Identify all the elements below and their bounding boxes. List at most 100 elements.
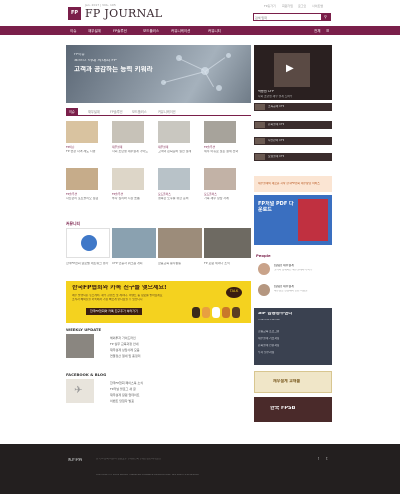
- playlist-item[interactable]: 소득공제 CFP: [254, 103, 332, 111]
- article-caption[interactable]: 사회 초년생 재무설계 가이드: [112, 150, 148, 154]
- play-icon[interactable]: ▶: [286, 63, 294, 74]
- nav-item-solution[interactable]: FP솔루션: [113, 29, 127, 34]
- article-thumb[interactable]: [204, 121, 236, 143]
- banner-title: 한국FP협회와 카톡 친구를 맺으세요!: [72, 285, 167, 291]
- footer-copyright: COPYRIGHT© 2016 KOREA FINANCIAL PLANNER …: [96, 474, 200, 476]
- article-caption[interactable]: 투자 심리와 시장 흐름: [112, 197, 148, 201]
- community-caption[interactable]: 금융교육 봉사활동: [158, 262, 202, 266]
- facebook-row[interactable]: 한국FP협회 페이스북 소식: [110, 381, 143, 385]
- nav-item-community[interactable]: 커뮤니티: [208, 29, 221, 34]
- network-line: [178, 58, 205, 71]
- facebook-icon[interactable]: f: [318, 457, 319, 461]
- article-caption[interactable]: 세무 이슈로 보는 절세 전략: [204, 150, 240, 154]
- community-caption[interactable]: 한국FP협회 글로벌 네트워크 행사: [66, 262, 110, 266]
- article-thumb[interactable]: [204, 168, 236, 190]
- article-category: 재무설계: [158, 145, 169, 149]
- util-link-join[interactable]: 회원가입: [282, 4, 293, 8]
- people-name[interactable]: [칼럼] 재무설계: [274, 264, 294, 267]
- textbook-ad-text: 재무설계 교재몰: [273, 379, 301, 383]
- article-caption[interactable]: 행복한 노후를 위한 준비: [158, 197, 194, 201]
- article-thumb[interactable]: [112, 121, 144, 143]
- nav-item-modeplus[interactable]: 모드플러스: [143, 29, 159, 34]
- nav-item-communication[interactable]: 커뮤니케이션: [171, 29, 190, 34]
- main-nav: 이슈 재무설계 FP솔루션 모드플러스 커뮤니케이션 커뮤니티 전체 ☰: [0, 26, 400, 35]
- community-thumb[interactable]: [158, 228, 202, 258]
- talk-badge: TALK: [226, 287, 242, 298]
- article-category: FP솔루션: [66, 192, 78, 196]
- people-name[interactable]: [칼럼] 재무설계: [274, 285, 294, 288]
- logo-mark[interactable]: FP: [68, 7, 81, 20]
- footer-info: 한국FP협회 서울시 영등포구 | 대표전화 | 개인정보처리방침: [96, 458, 161, 460]
- avatar[interactable]: [258, 263, 270, 275]
- sif-title[interactable]: SIF 금융공부센터: [258, 312, 292, 317]
- avatar[interactable]: [258, 284, 270, 296]
- magazine-cover-icon: [298, 199, 328, 241]
- util-link-login[interactable]: 로그인: [298, 4, 306, 8]
- sidebar-video[interactable]: ▶ 박종원 CFP 사회 초년생 재무 설계 노하우: [254, 45, 332, 100]
- video-title: 박종원 CFP: [258, 90, 274, 93]
- all-menu-button[interactable]: 전체: [314, 29, 320, 34]
- article-thumb[interactable]: [112, 168, 144, 190]
- fpsb-ad[interactable]: 한국 FPSB: [254, 397, 332, 422]
- article-caption[interactable]: FP 현장 자격 제도 시행: [66, 150, 102, 154]
- article-category: FP솔루션: [112, 192, 124, 196]
- video-caption: 사회 초년생 재무 설계 노하우: [258, 95, 293, 98]
- weekly-row[interactable]: 해외투자 가이드라인: [110, 336, 136, 340]
- community-caption[interactable]: FP 포럼 세미나 소식: [204, 262, 251, 266]
- article-thumb[interactable]: [158, 121, 190, 143]
- sif-row[interactable]: 투자 실무과정: [258, 351, 274, 354]
- pdf-download-ad[interactable]: FP저널 PDF 다운로드: [254, 195, 332, 245]
- community-thumb[interactable]: [112, 228, 156, 258]
- weekly-row[interactable]: FP 실무 교육과정 안내: [110, 342, 138, 346]
- community-thumb[interactable]: [204, 228, 251, 258]
- search-input[interactable]: [255, 15, 315, 20]
- consulting-banner[interactable]: 재무설계의 새로운 시작 한국FP협회 재무상담 서비스: [254, 176, 332, 192]
- weekly-row[interactable]: 재무설계 상담사례 모음: [110, 348, 140, 352]
- search-box: ⚲: [253, 13, 331, 21]
- playlist-item[interactable]: 자산관리 CFP: [254, 137, 332, 145]
- community-caption[interactable]: CFP 인증자 워크숍 개최: [112, 262, 156, 266]
- brand-title[interactable]: FP JOURNAL: [85, 7, 162, 20]
- search-icon[interactable]: ⚲: [321, 14, 330, 20]
- community-title: 커뮤니티: [66, 221, 80, 226]
- playlist-item[interactable]: 은퇴설계 CFP: [254, 121, 332, 129]
- banner-cta-button[interactable]: 한국FP협회와 카톡 친구추가 하러가기: [86, 308, 142, 315]
- facebook-thumb[interactable]: ✈: [66, 379, 94, 403]
- util-link-sitemap[interactable]: 사이트맵: [312, 4, 323, 8]
- kakao-banner[interactable]: 한국FP협회와 카톡 친구를 맺으세요! 매주 발행되는 뉴스레터, 재무 콘텐…: [66, 281, 251, 323]
- weekly-thumb[interactable]: [66, 334, 94, 358]
- article-thumb[interactable]: [158, 168, 190, 190]
- facebook-row[interactable]: 이벤트 당첨자 발표: [110, 399, 134, 403]
- nav-item-planning[interactable]: 재무설계: [88, 29, 101, 34]
- playlist-item[interactable]: 보험설계 CFP: [254, 153, 332, 161]
- hero-banner[interactable]: FP이슈 포브스 미래 시대의 FP 고객과 공감하는 능력 키워라: [66, 45, 251, 103]
- util-link-home[interactable]: FP홈가기: [264, 4, 276, 8]
- article-caption[interactable]: 가족 재무 상담 사례: [204, 197, 240, 201]
- sif-row[interactable]: 은퇴설계 전문과정: [258, 344, 279, 347]
- tab-modeplus[interactable]: 모드플러스: [132, 109, 147, 114]
- hero-title: 고객과 공감하는 능력 키워라: [74, 66, 153, 73]
- tab-issue[interactable]: 이슈: [66, 108, 78, 115]
- article-thumb[interactable]: [66, 168, 98, 190]
- menu-icon[interactable]: ☰: [326, 29, 329, 33]
- sif-row[interactable]: 금융교육 프로그램: [258, 330, 279, 333]
- facebook-row[interactable]: 재무설계 칼럼 업데이트: [110, 393, 140, 397]
- twitter-icon[interactable]: t: [326, 457, 328, 461]
- textbook-ad[interactable]: 재무설계 교재몰: [254, 371, 332, 393]
- nav-item-issue[interactable]: 이슈: [70, 29, 76, 34]
- article-caption[interactable]: 고객의 은퇴준비 실전 설계: [158, 150, 194, 154]
- hero-kicker: FP이슈: [74, 53, 85, 56]
- article-thumb[interactable]: [66, 121, 98, 143]
- airplane-icon: ✈: [74, 385, 83, 396]
- community-thumb[interactable]: [66, 228, 110, 258]
- people-desc: 재무상담 현장에서 만난 사람들: [274, 290, 308, 292]
- network-line: [204, 71, 214, 88]
- banner-line2: 소식과 혜택들을 카톡에서 가장 빠르게 만나보실 수 있습니다: [72, 298, 143, 301]
- weekly-row[interactable]: 연말정산 절세 팁 총정리: [110, 354, 140, 358]
- tab-communication[interactable]: 커뮤니케이션: [158, 109, 176, 114]
- tab-solution[interactable]: FP솔루션: [110, 109, 123, 114]
- article-caption[interactable]: 자산관리 포트폴리오 점검: [66, 197, 102, 201]
- sif-row[interactable]: 재무설계 기초과정: [258, 337, 279, 340]
- facebook-row[interactable]: FP저널 블로그 새 글: [110, 387, 136, 391]
- tab-planning[interactable]: 재무설계: [88, 109, 100, 114]
